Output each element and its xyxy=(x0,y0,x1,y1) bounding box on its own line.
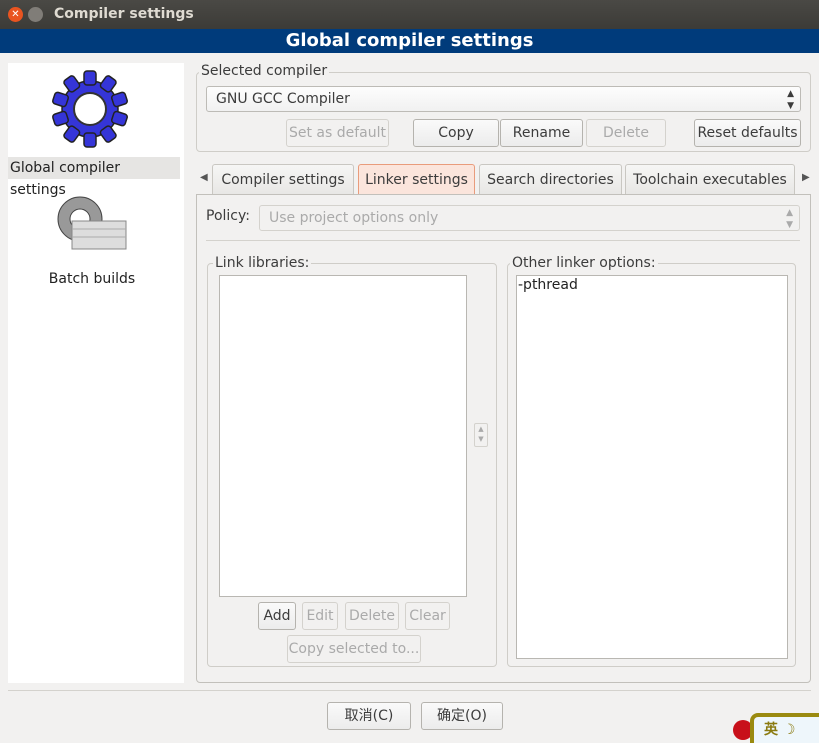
edit-button[interactable]: Edit xyxy=(302,602,338,630)
divider xyxy=(8,690,811,691)
delete-library-button[interactable]: Delete xyxy=(345,602,399,630)
ok-button[interactable]: 确定(O) xyxy=(421,702,503,730)
add-button[interactable]: Add xyxy=(258,602,296,630)
ime-label: 英 xyxy=(764,722,778,738)
compiler-select[interactable]: GNU GCC Compiler ▲ ▼ xyxy=(206,86,801,112)
reset-defaults-button[interactable]: Reset defaults xyxy=(694,119,801,147)
other-options-label: Other linker options: xyxy=(510,255,658,271)
close-icon[interactable]: ✕ xyxy=(8,7,23,22)
link-libraries-list[interactable] xyxy=(219,275,467,597)
selected-compiler-label: Selected compiler xyxy=(199,63,330,79)
gear-blue-icon xyxy=(51,70,129,148)
sidebar-item-label: Batch builds xyxy=(48,271,136,287)
sidebar-item-label: Global compiler settings xyxy=(8,157,180,198)
clear-button[interactable]: Clear xyxy=(405,602,450,630)
gear-batch-icon xyxy=(57,196,127,250)
delete-button[interactable]: Delete xyxy=(586,119,666,147)
set-default-button[interactable]: Set as default xyxy=(286,119,389,147)
other-options-textarea[interactable]: -pthread xyxy=(516,275,788,659)
copy-selected-button[interactable]: Copy selected to... xyxy=(287,635,421,663)
maximize-icon[interactable] xyxy=(28,7,43,22)
title-bar: ✕ Compiler settings xyxy=(0,0,819,29)
splitter-handle[interactable]: ▲ ▼ xyxy=(474,423,488,447)
window-title: Compiler settings xyxy=(54,6,194,22)
page-title: Global compiler settings xyxy=(0,29,819,53)
cancel-button[interactable]: 取消(C) xyxy=(327,702,411,730)
link-libraries-label: Link libraries: xyxy=(213,255,312,271)
tab-linker-settings[interactable]: Linker settings xyxy=(358,164,475,194)
rename-button[interactable]: Rename xyxy=(500,119,583,147)
policy-value: Use project options only xyxy=(269,210,439,226)
tab-search-directories[interactable]: Search directories xyxy=(479,164,622,194)
tab-toolchain-executables[interactable]: Toolchain executables xyxy=(625,164,795,194)
policy-label: Policy: xyxy=(206,208,250,224)
tab-scroll-right-icon[interactable]: ▶ xyxy=(802,172,810,183)
compiler-value: GNU GCC Compiler xyxy=(216,91,350,107)
ime-indicator[interactable]: 英 ☽ xyxy=(750,713,819,743)
divider xyxy=(206,240,800,241)
policy-select[interactable]: Use project options only ▲ ▼ xyxy=(259,205,800,231)
tab-scroll-left-icon[interactable]: ◀ xyxy=(200,172,208,183)
sidebar: Global compiler settings Batch builds xyxy=(8,63,184,683)
copy-button[interactable]: Copy xyxy=(413,119,499,147)
spin-icon: ▲ ▼ xyxy=(786,208,793,230)
sidebar-item-global[interactable]: Global compiler settings xyxy=(8,63,184,198)
tab-compiler-settings[interactable]: Compiler settings xyxy=(212,164,354,194)
spin-icon: ▲ ▼ xyxy=(787,89,794,111)
sidebar-item-batch[interactable]: Batch builds xyxy=(8,189,184,289)
